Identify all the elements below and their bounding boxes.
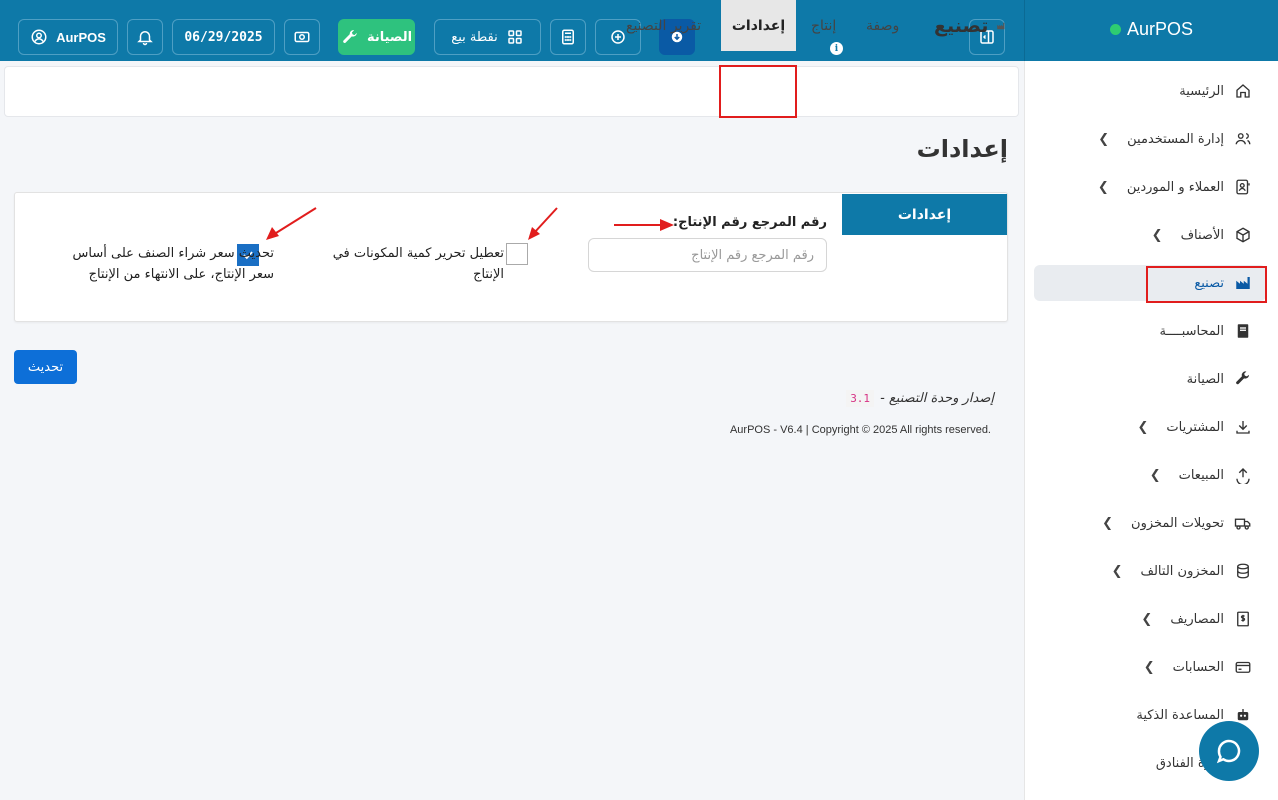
card-settings-tab[interactable]: إعدادات <box>842 194 1007 235</box>
contacts-icon <box>1236 179 1250 195</box>
sidebar-item-10[interactable]: ❮ المخزون التالف <box>1034 553 1266 589</box>
sidebar-item-3[interactable]: ❮ الأصناف <box>1034 217 1266 253</box>
version-info: إصدار وحدة التصنيع - 3.1 <box>846 390 994 407</box>
factory-icon <box>997 22 1005 29</box>
tab-production[interactable]: إنتاج <box>811 0 841 51</box>
user-menu-button[interactable]: AurPOS <box>18 19 118 55</box>
date-text: 06/29/2025 <box>184 29 263 45</box>
sidebar-item-label: العملاء و الموردين <box>1126 179 1224 195</box>
grid-icon <box>507 30 522 44</box>
chevron-left-icon: ❮ <box>1141 611 1153 627</box>
update-button[interactable]: تحديث <box>14 350 77 384</box>
cash-register-button[interactable] <box>284 19 320 55</box>
sidebar-item-1[interactable]: ❮ إدارة المستخدمين <box>1034 121 1266 157</box>
tab-settings[interactable]: إعدادات <box>721 0 796 51</box>
sidebar-item-12[interactable]: ❮ الحسابات <box>1034 649 1266 685</box>
upload-icon <box>1236 468 1250 484</box>
chat-icon <box>1216 739 1241 764</box>
book-icon <box>1237 324 1249 338</box>
receipt-icon <box>1237 611 1249 627</box>
sidebar-item-label: المصاريف <box>1170 611 1224 627</box>
copyright: AurPOS - V6.4 | Copyright © 2025 All rig… <box>729 424 991 436</box>
sidebar-item-label: المشتريات <box>1166 419 1224 435</box>
chevron-left-icon: ❮ <box>1111 563 1123 579</box>
factory-icon <box>1236 277 1250 289</box>
tab-recipe-label: وصفة <box>866 17 900 34</box>
users-icon <box>1235 133 1251 145</box>
download-icon <box>1236 421 1250 434</box>
wrench-icon <box>343 30 357 43</box>
tab-recipe[interactable]: وصفة <box>866 0 908 51</box>
version-label: إصدار وحدة التصنيع - <box>880 391 994 406</box>
sidebar-item-6[interactable]: الصيانة <box>1034 361 1266 397</box>
truck-icon <box>1234 518 1251 530</box>
calculator-icon <box>562 29 574 45</box>
money-icon <box>294 31 310 43</box>
box-icon <box>1236 227 1250 243</box>
wrench-icon <box>1236 371 1249 385</box>
ref-number-input[interactable] <box>588 238 827 272</box>
tab-report-label: تقرير التصنيع <box>626 17 702 34</box>
tab-settings-label: إعدادات <box>731 17 786 34</box>
home-icon <box>1236 84 1250 98</box>
sidebar-item-label: الأصناف <box>1180 227 1224 243</box>
sidebar-item-label: إدارة المستخدمين <box>1127 131 1224 147</box>
module-tabs-card <box>4 66 1019 117</box>
sidebar-item-label: المساعدة الذكية <box>1136 707 1224 723</box>
sidebar-item-2[interactable]: ❮ العملاء و الموردين <box>1034 169 1266 205</box>
database-icon <box>1237 563 1249 579</box>
maintenance-label: الصيانة <box>366 29 413 45</box>
disable-edit-checkbox[interactable] <box>506 243 528 265</box>
chevron-left-icon: ❮ <box>1097 179 1109 195</box>
sidebar-item-0[interactable]: الرئيسية <box>1034 73 1266 109</box>
date-display[interactable]: 06/29/2025 <box>172 19 275 55</box>
disable-edit-label: تعطيل تحرير كمية المكونات في الإنتاج <box>332 246 504 282</box>
sidebar-item-label: تصنيع <box>1194 275 1224 291</box>
status-dot-icon <box>1110 24 1121 35</box>
sidebar-item-9[interactable]: ❮ تحويلات المخزون <box>1034 505 1266 541</box>
chevron-left-icon: ❮ <box>1143 659 1155 675</box>
sidebar-item-5[interactable]: المحاسبــــة <box>1034 313 1266 349</box>
sidebar-item-label: الرئيسية <box>1179 83 1224 99</box>
update-price-label: تحديث سعر شراء الصنف على أساس سعر الإنتا… <box>72 246 274 282</box>
brand-name: AurPOS <box>1127 19 1194 39</box>
chevron-left-icon: ❮ <box>1149 467 1161 483</box>
sidebar-item-4[interactable]: تصنيع <box>1034 265 1266 301</box>
user-circle-icon <box>31 29 47 45</box>
bell-icon <box>137 31 153 46</box>
calculator-button[interactable] <box>550 19 586 55</box>
brand-logo[interactable]: AurPOS <box>1110 19 1193 40</box>
chevron-left-icon: ❮ <box>1137 419 1149 435</box>
user-label: AurPOS <box>56 29 106 45</box>
chevron-left-icon: ❮ <box>1102 515 1114 531</box>
notifications-button[interactable] <box>127 19 163 55</box>
version-number: 3.1 <box>846 390 875 407</box>
sidebar-item-8[interactable]: ❮ المبيعات <box>1034 457 1266 493</box>
module-title: تصنيع <box>934 0 1006 51</box>
chevron-left-icon: ❮ <box>1151 227 1163 243</box>
sidebar-item-label: المخزون التالف <box>1140 563 1224 579</box>
sidebar-item-11[interactable]: ❮ المصاريف <box>1034 601 1266 637</box>
ref-number-label: رقم المرجع رقم الإنتاج: <box>672 215 827 230</box>
sidebar-item-label: الحسابات <box>1172 659 1224 675</box>
sidebar-item-label: المبيعات <box>1178 467 1224 483</box>
module-label: تصنيع <box>934 14 989 37</box>
card-icon <box>1235 661 1251 673</box>
chat-support-button[interactable] <box>1199 721 1259 781</box>
sidebar-item-label: تحويلات المخزون <box>1131 515 1224 531</box>
tab-production-label: إنتاج <box>811 17 837 34</box>
sidebar-item-label: الصيانة <box>1186 371 1224 387</box>
sidebar-item-7[interactable]: ❮ المشتريات <box>1034 409 1266 445</box>
page-title: إعدادات <box>916 135 1008 163</box>
pos-button[interactable]: نقطة بيع <box>434 19 541 55</box>
pos-label: نقطة بيع <box>451 29 498 45</box>
maintenance-button[interactable]: الصيانة <box>338 19 415 55</box>
chevron-left-icon: ❮ <box>1098 131 1110 147</box>
sidebar-item-label: المحاسبــــة <box>1159 323 1224 339</box>
plus-circle-icon <box>611 30 625 44</box>
tab-manufacturing-report[interactable]: تقرير التصنيع <box>626 0 706 51</box>
